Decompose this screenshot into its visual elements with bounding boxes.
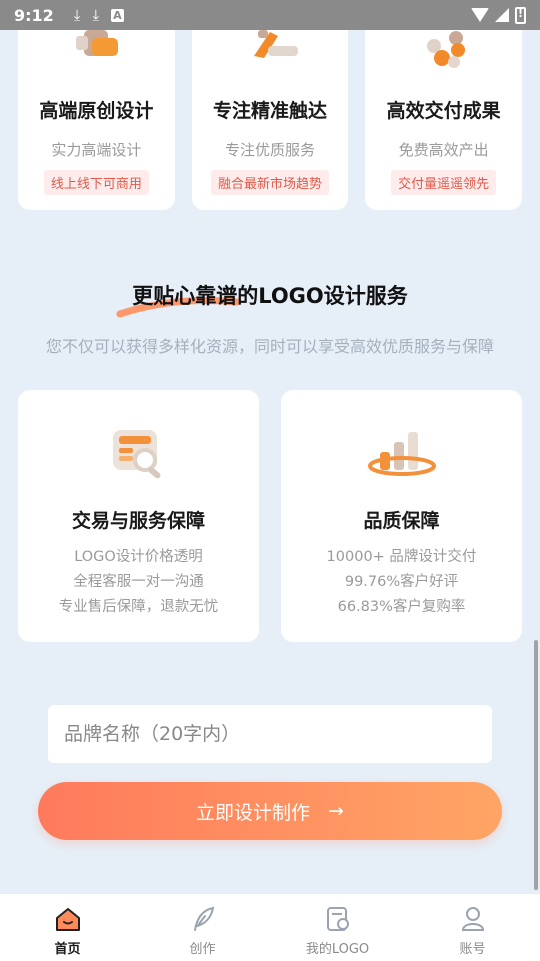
arrow-right-icon: → — [328, 800, 344, 822]
guarantee-cards: 交易与服务保障 LOGO设计价格透明 全程客服一对一沟通 专业售后保障，退款无忧… — [18, 390, 522, 642]
guarantee-card: 品质保障 10000+ 品牌设计交付 99.76%客户好评 66.83%客户复购… — [281, 390, 522, 642]
feather-icon — [193, 906, 214, 931]
nav-item-my-logo[interactable]: 我的LOGO — [270, 894, 405, 961]
delivery-illustration-icon — [404, 30, 484, 80]
nav-item-create[interactable]: 创作 — [135, 894, 270, 961]
feature-title: 高效交付成果 — [386, 100, 501, 122]
download-icon: ⤓ — [92, 6, 100, 24]
guarantee-line: LOGO设计价格透明 — [74, 549, 203, 565]
nav-item-account[interactable]: 账号 — [405, 894, 540, 961]
start-design-label: 立即设计制作 — [196, 801, 311, 824]
home-icon — [55, 908, 80, 931]
feature-subtitle: 实力高端设计 — [51, 141, 142, 159]
bar-chart-illustration-icon — [362, 422, 442, 486]
guarantee-lines: 10000+ 品牌设计交付 99.76%客户好评 66.83%客户复购率 — [327, 545, 477, 620]
logo-doc-icon — [326, 907, 349, 931]
guarantee-lines: LOGO设计价格透明 全程客服一对一沟通 专业售后保障，退款无忧 — [59, 545, 219, 620]
guarantee-line: 10000+ 品牌设计交付 — [326, 549, 477, 565]
guarantee-card: 交易与服务保障 LOGO设计价格透明 全程客服一对一沟通 专业售后保障，退款无忧 — [18, 390, 259, 642]
nav-label: 账号 — [459, 942, 486, 957]
feature-tag: 线上线下可商用 — [43, 170, 149, 195]
feature-card: 高端原创设计 实力高端设计 线上线下可商用 — [18, 30, 175, 210]
wifi-icon — [471, 8, 489, 22]
feature-subtitle: 专注优质服务 — [225, 141, 316, 159]
nav-item-home[interactable]: 首页 — [0, 894, 135, 961]
search-document-icon — [99, 422, 179, 486]
feature-title: 专注精准触达 — [213, 100, 328, 122]
feature-title: 高端原创设计 — [39, 100, 154, 122]
status-time: 9:12 — [14, 5, 54, 25]
guarantee-line: 66.83%客户复购率 — [337, 599, 466, 615]
nav-label: 创作 — [189, 942, 216, 957]
guarantee-line: 99.76%客户好评 — [344, 574, 459, 590]
start-design-button[interactable]: 立即设计制作 → — [38, 782, 502, 840]
guarantee-title: 交易与服务保障 — [71, 510, 205, 532]
feature-card: 专注精准触达 专注优质服务 融合最新市场趋势 — [191, 30, 349, 210]
feature-cards: 高端原创设计 实力高端设计 线上线下可商用 专注精准触达 专注优质服务 融合最新… — [18, 30, 523, 210]
section-title: 更贴心靠谱的LOGO设计服务 — [0, 280, 540, 310]
guarantee-line: 专业售后保障，退款无忧 — [58, 599, 219, 615]
feature-tag: 融合最新市场趋势 — [211, 170, 330, 195]
guarantee-title: 品质保障 — [363, 510, 440, 532]
font-app-icon: A — [111, 8, 124, 22]
status-bar: 9:12 ⤓ ⤓ A — [0, 0, 540, 30]
brand-name-input[interactable] — [48, 705, 492, 763]
nav-label: 首页 — [54, 942, 81, 957]
battery-icon — [515, 6, 526, 24]
download-icon: ⤓ — [73, 6, 81, 24]
scrollbar[interactable] — [534, 640, 538, 890]
section-title-text: 更贴心靠谱的LOGO设计服务 — [132, 284, 408, 308]
feature-card: 高效交付成果 免费高效产出 交付量遥遥领先 — [365, 30, 523, 210]
nav-label: 我的LOGO — [305, 942, 370, 957]
feature-tag: 交付量遥遥领先 — [391, 170, 497, 195]
user-icon — [461, 907, 484, 931]
section-subtitle: 您不仅可以获得多样化资源，同时可以享受高效优质服务与保障 — [45, 337, 494, 356]
blocks-illustration-icon — [56, 30, 136, 80]
feature-subtitle: 免费高效产出 — [398, 141, 489, 159]
target-illustration-icon — [230, 30, 310, 80]
guarantee-line: 全程客服一对一沟通 — [73, 574, 204, 590]
bottom-nav: 首页 创作 我的LOGO 账号 — [0, 893, 540, 961]
signal-icon — [495, 8, 509, 22]
